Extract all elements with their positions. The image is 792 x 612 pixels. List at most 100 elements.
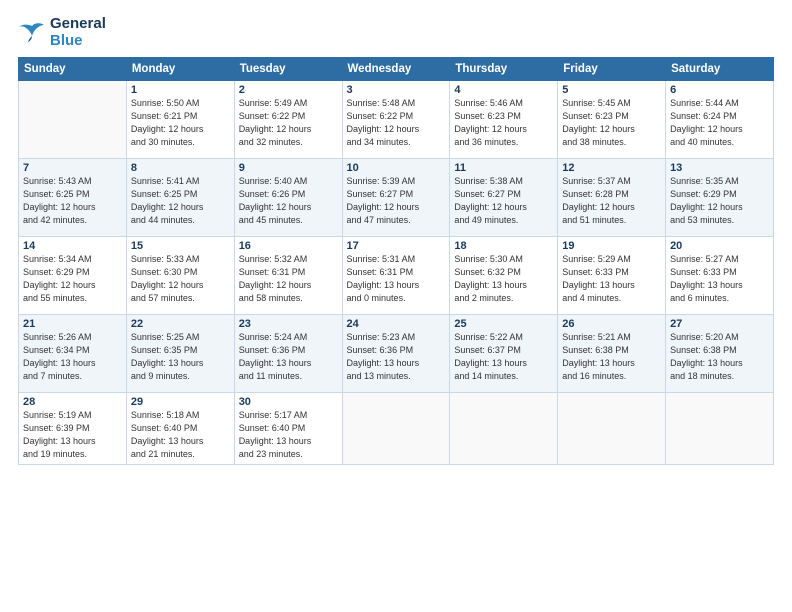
day-info: Sunrise: 5:50 AMSunset: 6:21 PMDaylight:…	[131, 97, 230, 149]
calendar-cell: 17Sunrise: 5:31 AMSunset: 6:31 PMDayligh…	[342, 237, 450, 315]
calendar-cell: 15Sunrise: 5:33 AMSunset: 6:30 PMDayligh…	[126, 237, 234, 315]
calendar-cell: 4Sunrise: 5:46 AMSunset: 6:23 PMDaylight…	[450, 81, 558, 159]
calendar-cell: 16Sunrise: 5:32 AMSunset: 6:31 PMDayligh…	[234, 237, 342, 315]
day-info: Sunrise: 5:33 AMSunset: 6:30 PMDaylight:…	[131, 253, 230, 305]
day-info: Sunrise: 5:35 AMSunset: 6:29 PMDaylight:…	[670, 175, 769, 227]
calendar-cell: 7Sunrise: 5:43 AMSunset: 6:25 PMDaylight…	[19, 159, 127, 237]
day-number: 27	[670, 318, 769, 330]
day-number: 30	[239, 396, 338, 408]
day-number: 14	[23, 240, 122, 252]
week-row-4: 21Sunrise: 5:26 AMSunset: 6:34 PMDayligh…	[19, 315, 774, 393]
week-row-5: 28Sunrise: 5:19 AMSunset: 6:39 PMDayligh…	[19, 393, 774, 465]
day-number: 13	[670, 162, 769, 174]
day-info: Sunrise: 5:39 AMSunset: 6:27 PMDaylight:…	[347, 175, 446, 227]
header-monday: Monday	[126, 58, 234, 81]
day-number: 21	[23, 318, 122, 330]
header-tuesday: Tuesday	[234, 58, 342, 81]
calendar-cell	[19, 81, 127, 159]
week-row-3: 14Sunrise: 5:34 AMSunset: 6:29 PMDayligh…	[19, 237, 774, 315]
day-number: 24	[347, 318, 446, 330]
day-info: Sunrise: 5:32 AMSunset: 6:31 PMDaylight:…	[239, 253, 338, 305]
day-info: Sunrise: 5:30 AMSunset: 6:32 PMDaylight:…	[454, 253, 553, 305]
calendar-cell: 9Sunrise: 5:40 AMSunset: 6:26 PMDaylight…	[234, 159, 342, 237]
calendar-cell: 1Sunrise: 5:50 AMSunset: 6:21 PMDaylight…	[126, 81, 234, 159]
day-number: 9	[239, 162, 338, 174]
calendar-cell: 14Sunrise: 5:34 AMSunset: 6:29 PMDayligh…	[19, 237, 127, 315]
day-number: 15	[131, 240, 230, 252]
day-info: Sunrise: 5:21 AMSunset: 6:38 PMDaylight:…	[562, 331, 661, 383]
day-info: Sunrise: 5:40 AMSunset: 6:26 PMDaylight:…	[239, 175, 338, 227]
day-info: Sunrise: 5:19 AMSunset: 6:39 PMDaylight:…	[23, 409, 122, 461]
calendar-cell: 29Sunrise: 5:18 AMSunset: 6:40 PMDayligh…	[126, 393, 234, 465]
day-number: 6	[670, 84, 769, 96]
calendar-cell: 2Sunrise: 5:49 AMSunset: 6:22 PMDaylight…	[234, 81, 342, 159]
logo-icon	[18, 22, 46, 44]
day-number: 20	[670, 240, 769, 252]
day-info: Sunrise: 5:31 AMSunset: 6:31 PMDaylight:…	[347, 253, 446, 305]
day-info: Sunrise: 5:48 AMSunset: 6:22 PMDaylight:…	[347, 97, 446, 149]
day-number: 11	[454, 162, 553, 174]
day-info: Sunrise: 5:25 AMSunset: 6:35 PMDaylight:…	[131, 331, 230, 383]
calendar-cell	[558, 393, 666, 465]
day-number: 2	[239, 84, 338, 96]
day-info: Sunrise: 5:26 AMSunset: 6:34 PMDaylight:…	[23, 331, 122, 383]
week-row-1: 1Sunrise: 5:50 AMSunset: 6:21 PMDaylight…	[19, 81, 774, 159]
calendar-cell: 19Sunrise: 5:29 AMSunset: 6:33 PMDayligh…	[558, 237, 666, 315]
day-number: 26	[562, 318, 661, 330]
day-number: 25	[454, 318, 553, 330]
logo-text-blue: Blue	[50, 33, 106, 50]
day-number: 12	[562, 162, 661, 174]
calendar-cell: 21Sunrise: 5:26 AMSunset: 6:34 PMDayligh…	[19, 315, 127, 393]
day-number: 1	[131, 84, 230, 96]
calendar-cell: 5Sunrise: 5:45 AMSunset: 6:23 PMDaylight…	[558, 81, 666, 159]
day-info: Sunrise: 5:20 AMSunset: 6:38 PMDaylight:…	[670, 331, 769, 383]
calendar-cell	[666, 393, 774, 465]
calendar-cell: 20Sunrise: 5:27 AMSunset: 6:33 PMDayligh…	[666, 237, 774, 315]
header-thursday: Thursday	[450, 58, 558, 81]
day-info: Sunrise: 5:46 AMSunset: 6:23 PMDaylight:…	[454, 97, 553, 149]
calendar-cell: 18Sunrise: 5:30 AMSunset: 6:32 PMDayligh…	[450, 237, 558, 315]
calendar-cell: 3Sunrise: 5:48 AMSunset: 6:22 PMDaylight…	[342, 81, 450, 159]
calendar-cell	[342, 393, 450, 465]
header-sunday: Sunday	[19, 58, 127, 81]
day-number: 23	[239, 318, 338, 330]
day-number: 29	[131, 396, 230, 408]
calendar-cell: 13Sunrise: 5:35 AMSunset: 6:29 PMDayligh…	[666, 159, 774, 237]
day-number: 19	[562, 240, 661, 252]
day-info: Sunrise: 5:44 AMSunset: 6:24 PMDaylight:…	[670, 97, 769, 149]
logo: General Blue	[18, 16, 106, 49]
day-number: 18	[454, 240, 553, 252]
calendar-cell: 30Sunrise: 5:17 AMSunset: 6:40 PMDayligh…	[234, 393, 342, 465]
day-number: 16	[239, 240, 338, 252]
calendar-cell: 8Sunrise: 5:41 AMSunset: 6:25 PMDaylight…	[126, 159, 234, 237]
day-info: Sunrise: 5:27 AMSunset: 6:33 PMDaylight:…	[670, 253, 769, 305]
day-info: Sunrise: 5:41 AMSunset: 6:25 PMDaylight:…	[131, 175, 230, 227]
calendar: SundayMondayTuesdayWednesdayThursdayFrid…	[18, 57, 774, 465]
day-info: Sunrise: 5:43 AMSunset: 6:25 PMDaylight:…	[23, 175, 122, 227]
header-wednesday: Wednesday	[342, 58, 450, 81]
day-info: Sunrise: 5:18 AMSunset: 6:40 PMDaylight:…	[131, 409, 230, 461]
day-info: Sunrise: 5:45 AMSunset: 6:23 PMDaylight:…	[562, 97, 661, 149]
day-info: Sunrise: 5:24 AMSunset: 6:36 PMDaylight:…	[239, 331, 338, 383]
header-friday: Friday	[558, 58, 666, 81]
day-info: Sunrise: 5:49 AMSunset: 6:22 PMDaylight:…	[239, 97, 338, 149]
day-number: 17	[347, 240, 446, 252]
calendar-cell: 22Sunrise: 5:25 AMSunset: 6:35 PMDayligh…	[126, 315, 234, 393]
day-number: 5	[562, 84, 661, 96]
day-info: Sunrise: 5:38 AMSunset: 6:27 PMDaylight:…	[454, 175, 553, 227]
calendar-cell	[450, 393, 558, 465]
calendar-cell: 23Sunrise: 5:24 AMSunset: 6:36 PMDayligh…	[234, 315, 342, 393]
day-number: 3	[347, 84, 446, 96]
calendar-cell: 11Sunrise: 5:38 AMSunset: 6:27 PMDayligh…	[450, 159, 558, 237]
calendar-cell: 10Sunrise: 5:39 AMSunset: 6:27 PMDayligh…	[342, 159, 450, 237]
day-info: Sunrise: 5:23 AMSunset: 6:36 PMDaylight:…	[347, 331, 446, 383]
logo-text-general: General	[50, 16, 106, 33]
calendar-header-row: SundayMondayTuesdayWednesdayThursdayFrid…	[19, 58, 774, 81]
day-info: Sunrise: 5:37 AMSunset: 6:28 PMDaylight:…	[562, 175, 661, 227]
calendar-cell: 25Sunrise: 5:22 AMSunset: 6:37 PMDayligh…	[450, 315, 558, 393]
day-info: Sunrise: 5:29 AMSunset: 6:33 PMDaylight:…	[562, 253, 661, 305]
calendar-cell: 6Sunrise: 5:44 AMSunset: 6:24 PMDaylight…	[666, 81, 774, 159]
day-number: 28	[23, 396, 122, 408]
day-info: Sunrise: 5:22 AMSunset: 6:37 PMDaylight:…	[454, 331, 553, 383]
header: General Blue	[18, 16, 774, 49]
